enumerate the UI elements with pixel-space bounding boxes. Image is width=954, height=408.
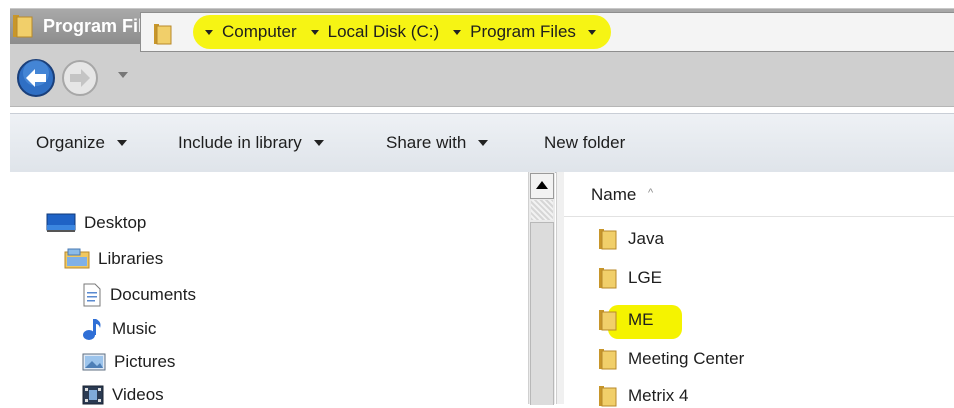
- breadcrumb-local-disk[interactable]: Local Disk (C:): [324, 22, 443, 42]
- chevron-down-icon[interactable]: [310, 29, 319, 35]
- organize-label: Organize: [36, 133, 105, 152]
- file-name: Meeting Center: [628, 349, 745, 368]
- music-icon: [82, 317, 104, 341]
- documents-icon: [82, 283, 102, 307]
- nav-scrollbar[interactable]: [528, 172, 555, 405]
- folder-icon: [598, 347, 618, 371]
- new-folder-button[interactable]: New folder: [544, 133, 625, 153]
- file-list-pane: Name ^ Java LGE ME Meeting Center Metrix…: [564, 172, 954, 407]
- folder-icon: [12, 13, 34, 44]
- file-name: Java: [628, 229, 664, 248]
- nav-label: Desktop: [84, 213, 147, 232]
- nav-item-pictures[interactable]: Pictures: [82, 352, 175, 372]
- nav-label: Videos: [112, 385, 164, 404]
- address-box[interactable]: Computer Local Disk (C:) Program Files: [140, 12, 954, 52]
- list-item[interactable]: ME: [598, 308, 654, 332]
- chevron-down-icon: [116, 140, 127, 146]
- folder-icon: [153, 22, 173, 51]
- folder-icon: [598, 266, 618, 290]
- command-bar: Organize Include in library Share with N…: [10, 113, 954, 173]
- nav-item-videos[interactable]: Videos: [82, 385, 164, 405]
- include-label: Include in library: [178, 133, 302, 152]
- chevron-down-icon: [313, 140, 324, 146]
- file-name: ME: [628, 310, 654, 329]
- scroll-track[interactable]: [531, 200, 553, 220]
- scroll-thumb[interactable]: [530, 222, 554, 405]
- chevron-down-icon: [478, 140, 489, 146]
- list-item[interactable]: LGE: [598, 266, 662, 290]
- nav-item-desktop[interactable]: Desktop: [46, 213, 146, 233]
- file-name: Metrix 4: [628, 386, 689, 405]
- chevron-down-icon[interactable]: [453, 29, 462, 35]
- organize-button[interactable]: Organize: [36, 133, 127, 153]
- folder-icon: [598, 384, 618, 408]
- nav-label: Libraries: [98, 249, 164, 268]
- nav-item-libraries[interactable]: Libraries: [64, 248, 163, 270]
- libraries-icon: [64, 248, 90, 270]
- column-header-label: Name: [591, 185, 637, 204]
- list-item[interactable]: Metrix 4: [598, 384, 688, 408]
- share-label: Share with: [386, 133, 467, 152]
- forward-button[interactable]: [60, 58, 100, 103]
- list-item[interactable]: Meeting Center: [598, 347, 744, 371]
- nav-label: Pictures: [114, 352, 176, 371]
- navigation-pane: Desktop Libraries Documents Music Pictur…: [10, 172, 528, 405]
- nav-label: Documents: [110, 285, 196, 304]
- desktop-icon: [46, 213, 76, 233]
- breadcrumb-program-files[interactable]: Program Files: [466, 22, 580, 42]
- videos-icon: [82, 385, 104, 405]
- nav-item-documents[interactable]: Documents: [82, 283, 196, 307]
- recent-pages-dropdown[interactable]: [118, 72, 128, 78]
- folder-icon: [598, 308, 618, 332]
- file-name: LGE: [628, 268, 663, 287]
- back-button[interactable]: [16, 58, 56, 103]
- list-item[interactable]: Java: [598, 227, 664, 251]
- nav-item-music[interactable]: Music: [82, 317, 156, 341]
- pictures-icon: [82, 352, 106, 372]
- nav-label: Music: [112, 319, 157, 338]
- breadcrumb-computer[interactable]: Computer: [218, 22, 301, 42]
- sort-ascending-icon: ^: [648, 187, 654, 199]
- scroll-up-button[interactable]: [530, 173, 554, 199]
- new-folder-label: New folder: [544, 133, 626, 152]
- chevron-down-icon[interactable]: [587, 29, 596, 35]
- include-in-library-button[interactable]: Include in library: [178, 133, 324, 153]
- chevron-down-icon[interactable]: [205, 29, 213, 35]
- address-bar-area: [10, 44, 954, 107]
- column-header-name[interactable]: Name ^: [564, 172, 954, 217]
- folder-icon: [598, 227, 618, 251]
- share-with-button[interactable]: Share with: [386, 133, 489, 153]
- breadcrumb: Computer Local Disk (C:) Program Files: [203, 13, 601, 51]
